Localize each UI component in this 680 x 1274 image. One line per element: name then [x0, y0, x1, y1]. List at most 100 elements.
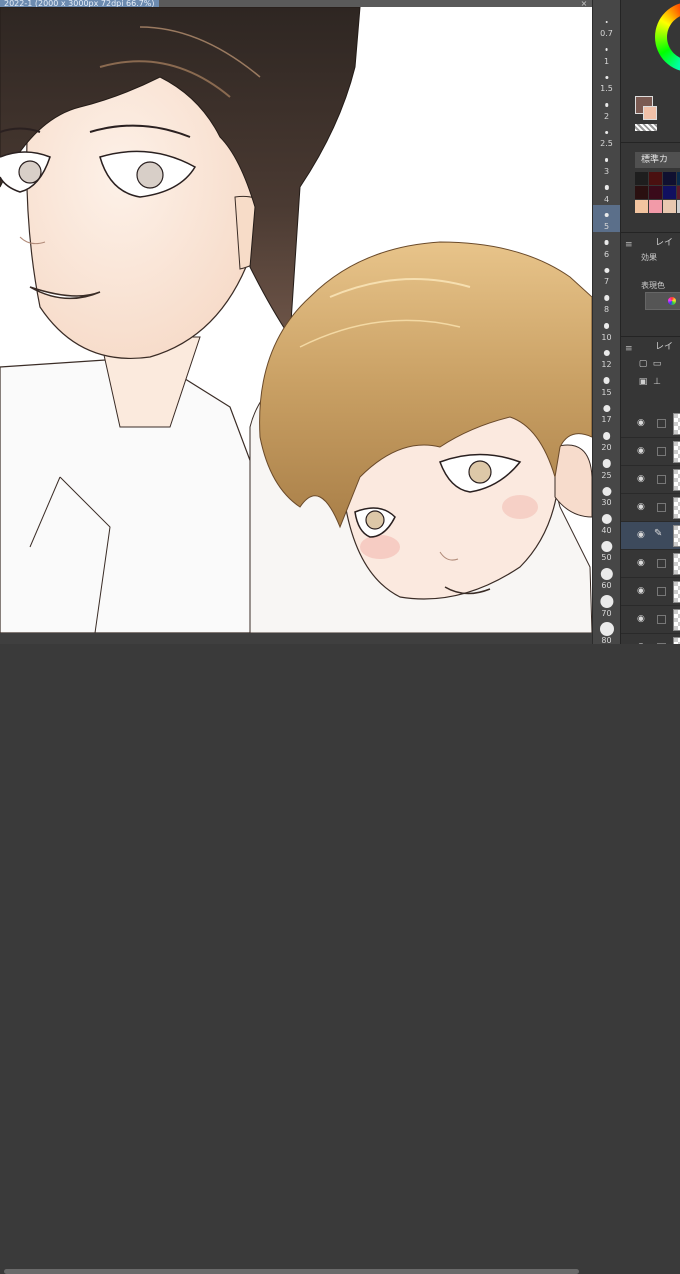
brush-size-dot — [603, 350, 610, 357]
brush-size-10[interactable]: 10 — [593, 316, 620, 343]
layer-row[interactable]: ◉ — [621, 494, 680, 522]
layer-row[interactable]: ◉ — [621, 578, 680, 606]
document-tab-bar: 2022-1 (2000 x 3000px 72dpi 66.7%) × — [0, 0, 592, 7]
layer-lock-toggle[interactable] — [657, 419, 666, 428]
brush-size-8[interactable]: 8 — [593, 288, 620, 315]
brush-size-label: 10 — [601, 332, 612, 342]
brush-size-70[interactable]: 70 — [593, 592, 620, 619]
color-set-swatch[interactable] — [663, 186, 676, 199]
new-raster-layer-icon[interactable]: ▢ — [637, 358, 649, 370]
brush-size-label: 60 — [601, 581, 612, 590]
brush-size-label: 8 — [603, 305, 610, 314]
document-tab[interactable]: 2022-1 (2000 x 3000px 72dpi 66.7%) — [0, 0, 159, 7]
drawing-canvas[interactable] — [0, 7, 592, 633]
brush-size-label: 1 — [603, 56, 610, 66]
color-set-dropdown[interactable]: 標準カ — [635, 152, 680, 168]
layer-lock-toggle[interactable] — [657, 615, 666, 624]
color-set-swatch[interactable] — [649, 200, 662, 213]
layer-lock-toggle[interactable] — [657, 475, 666, 484]
brush-size-label: 1.5 — [600, 84, 613, 94]
visibility-eye-icon[interactable]: ◉ — [637, 558, 649, 568]
effect-label: 効果 — [641, 253, 657, 262]
brush-size-7[interactable]: 7 — [593, 260, 620, 287]
close-tab-button[interactable]: × — [578, 0, 590, 7]
brush-size-30[interactable]: 30 — [593, 481, 620, 508]
brush-size-3[interactable]: 3 — [593, 150, 620, 177]
brush-size-dot — [604, 185, 609, 190]
transparent-color-swatch[interactable] — [635, 124, 657, 131]
color-set-swatch[interactable] — [663, 200, 676, 213]
layer-row[interactable]: ◉ ✎ — [621, 522, 680, 550]
brush-size-50[interactable]: 50 — [593, 536, 620, 563]
visibility-eye-icon[interactable]: ◉ — [637, 474, 649, 484]
brush-size-dot — [603, 377, 610, 385]
brush-size-40[interactable]: 40 — [593, 509, 620, 536]
brush-size-label: 50 — [601, 553, 612, 563]
brush-size-60[interactable]: 60 — [593, 564, 620, 591]
visibility-eye-icon[interactable]: ◉ — [637, 418, 649, 428]
sub-color-swatch[interactable] — [643, 106, 657, 120]
brush-size-dot — [604, 158, 609, 162]
layer-panel-header: ≡ レイ — [621, 340, 680, 354]
color-set-swatch[interactable] — [663, 172, 676, 185]
brush-size-12[interactable]: 12 — [593, 343, 620, 370]
horizontal-scrollbar[interactable] — [4, 1269, 579, 1274]
visibility-eye-icon[interactable]: ◉ — [637, 614, 649, 624]
brush-size-2[interactable]: 2 — [593, 95, 620, 122]
color-set-swatch[interactable] — [635, 172, 648, 185]
reference-layer-icon[interactable]: ⊥ — [651, 376, 663, 388]
brush-size-dot — [601, 513, 612, 524]
brush-size-15[interactable]: 15 — [593, 371, 620, 398]
brush-size-4[interactable]: 4 — [593, 178, 620, 205]
new-vector-layer-icon[interactable]: ▭ — [651, 358, 663, 370]
brush-size-label: 25 — [601, 470, 612, 480]
visibility-eye-icon[interactable]: ◉ — [637, 446, 649, 456]
brush-size-5[interactable]: 5 — [593, 205, 620, 233]
layer-row[interactable]: ◉ — [621, 606, 680, 634]
expression-color-label: 表現色 — [641, 281, 665, 290]
brush-size-label: 4 — [603, 194, 610, 204]
brush-size-dot — [604, 240, 609, 246]
brush-size-label: 7 — [603, 277, 610, 287]
color-mode-icon — [668, 297, 676, 305]
layer-row[interactable]: ◉ — [621, 410, 680, 438]
menu-icon[interactable]: ≡ — [625, 238, 633, 252]
brush-size-0.7[interactable]: 0.7 — [593, 12, 620, 39]
color-set-swatch[interactable] — [649, 186, 662, 199]
brush-size-6[interactable]: 6 — [593, 233, 620, 260]
layer-lock-toggle[interactable] — [657, 587, 666, 596]
brush-size-label: 15 — [601, 387, 612, 397]
brush-size-2.5[interactable]: 2.5 — [593, 122, 620, 149]
brush-size-20[interactable]: 20 — [593, 426, 620, 453]
right-panel: 標準カ ≡ レイ 効果 表現色 ≡ レイ ▢ ▭ ▣ ⊥ ◉◉◉◉◉✎◉◉◉◉ — [620, 0, 680, 644]
visibility-eye-icon[interactable]: ◉ — [637, 502, 649, 512]
layer-row[interactable]: ◉ — [621, 634, 680, 644]
brush-size-dot — [604, 212, 609, 218]
menu-icon[interactable]: ≡ — [625, 342, 633, 356]
illustration — [0, 7, 592, 633]
layer-thumbnail — [673, 497, 680, 519]
expression-color-dropdown[interactable] — [645, 292, 680, 310]
color-set-swatch[interactable] — [635, 186, 648, 199]
brush-size-dot — [600, 540, 613, 553]
color-wheel[interactable] — [655, 2, 680, 72]
color-set-swatch[interactable] — [635, 200, 648, 213]
layer-row[interactable]: ◉ — [621, 550, 680, 578]
visibility-eye-icon[interactable]: ◉ — [637, 530, 649, 540]
color-set-swatch[interactable] — [649, 172, 662, 185]
brush-size-1.5[interactable]: 1.5 — [593, 67, 620, 94]
brush-size-label: 17 — [601, 415, 612, 425]
layer-panel-title: レイ — [655, 342, 674, 352]
layer-lock-toggle[interactable] — [657, 447, 666, 456]
brush-size-1[interactable]: 1 — [593, 40, 620, 67]
brush-size-80[interactable]: 80 — [593, 619, 620, 646]
brush-size-17[interactable]: 17 — [593, 398, 620, 425]
layer-row[interactable]: ◉ — [621, 466, 680, 494]
brush-size-25[interactable]: 25 — [593, 454, 620, 481]
layer-lock-toggle[interactable] — [657, 559, 666, 568]
layer-row[interactable]: ◉ — [621, 438, 680, 466]
clip-layer-icon[interactable]: ▣ — [637, 376, 649, 388]
layer-thumbnail — [673, 581, 680, 603]
layer-lock-toggle[interactable] — [657, 503, 666, 512]
visibility-eye-icon[interactable]: ◉ — [637, 586, 649, 596]
